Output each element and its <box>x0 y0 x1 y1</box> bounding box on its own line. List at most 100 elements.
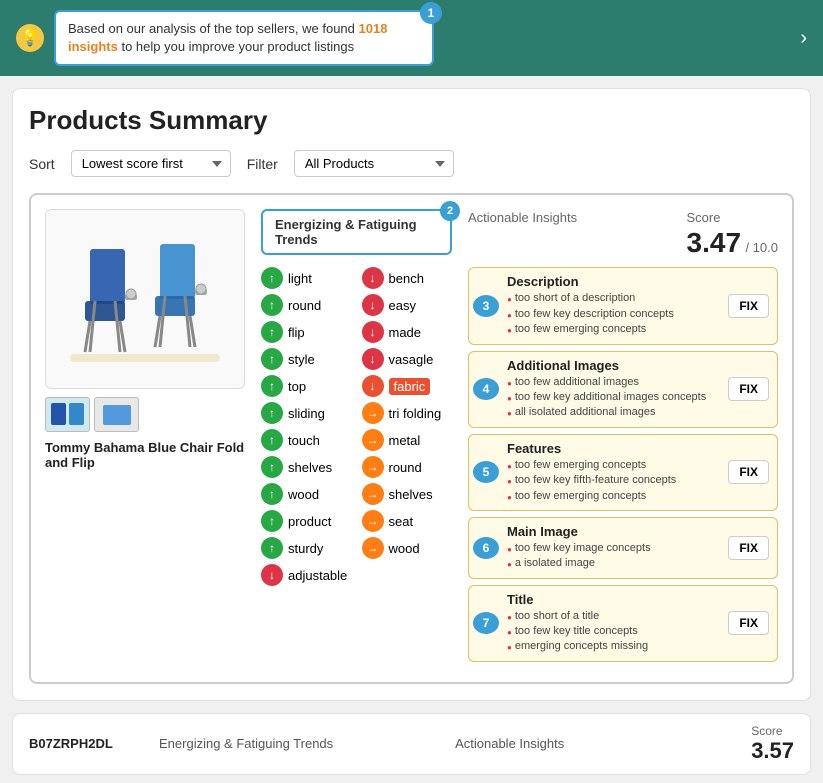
main-content: Products Summary Sort Lowest score first… <box>12 88 811 700</box>
insights-label: Actionable Insights <box>468 210 577 225</box>
insights-rows: 3Descriptiontoo short of a descriptionto… <box>468 267 778 661</box>
trend-item: → shelves <box>362 483 453 505</box>
insight-content: Description too short of a description too… <box>503 268 728 343</box>
bottom-score-value: 3.57 <box>751 738 794 764</box>
trend-label: vasagle <box>389 352 434 367</box>
trend-label: style <box>288 352 315 367</box>
trend-label: flip <box>288 325 305 340</box>
insights-panel: Actionable Insights Score 3.47 / 10.0 3D… <box>468 209 778 667</box>
fix-button[interactable]: FIX <box>728 536 769 560</box>
insight-bullet: all isolated additional images <box>507 405 724 420</box>
banner-message: Based on our analysis of the top sellers… <box>54 10 434 66</box>
bottom-card-id: B07ZRPH2DL <box>29 736 129 751</box>
insight-bullet: a isolated image <box>507 556 724 571</box>
trend-dot: ↑ <box>261 348 283 370</box>
trend-label: shelves <box>389 487 433 502</box>
insight-bullet: too short of a title <box>507 609 724 624</box>
trend-label: product <box>288 514 331 529</box>
trend-dot: ↓ <box>362 267 384 289</box>
sort-label: Sort <box>29 156 55 172</box>
insight-row: 6 Main Image too few key image conceptsa i… <box>468 517 778 579</box>
trend-item: ↑round <box>261 294 352 316</box>
insight-section-name: Additional Images <box>507 358 724 373</box>
trend-item: ↑shelves <box>261 456 352 478</box>
trend-label: easy <box>389 298 416 313</box>
bottom-card-trends: Energizing & Fatiguing Trends <box>159 736 425 751</box>
insight-section-name: Title <box>507 592 724 607</box>
insight-content: Title too short of a titletoo few key tit… <box>503 586 728 661</box>
insight-bullet: too few emerging concepts <box>507 489 724 504</box>
trend-label: wood <box>288 487 319 502</box>
insight-badge: 6 <box>473 537 499 559</box>
trend-label: round <box>389 460 422 475</box>
trend-item: ↑sliding <box>261 402 352 424</box>
trend-dot: ↑ <box>261 537 283 559</box>
trend-item: ↓made <box>362 321 453 343</box>
trend-item: →wood <box>362 537 453 559</box>
product-thumb-2[interactable] <box>94 397 139 432</box>
trend-item: → metal <box>362 429 453 451</box>
sort-select[interactable]: Lowest score first <box>71 150 231 177</box>
insight-row: 5Featurestoo few emerging conceptstoo fe… <box>468 434 778 511</box>
trend-dot: ↑ <box>261 510 283 532</box>
fix-button[interactable]: FIX <box>728 460 769 484</box>
trend-item: ↑light <box>261 267 352 289</box>
trend-dot: → <box>362 483 384 505</box>
fix-button[interactable]: FIX <box>728 611 769 635</box>
insight-section-name: Description <box>507 274 724 289</box>
trend-label: fabric <box>389 378 431 395</box>
product-panel: Tommy Bahama Blue Chair Fold and Flip <box>45 209 245 667</box>
trend-item: ↓ easy <box>362 294 453 316</box>
trend-item: ↓adjustable <box>261 564 352 586</box>
trend-dot: ↑ <box>261 375 283 397</box>
trend-dot: ↓ <box>362 348 384 370</box>
insight-bullet: too few emerging concepts <box>507 322 724 337</box>
insight-bullets: too short of a titletoo few key title co… <box>507 609 724 655</box>
trends-badge: 2 <box>440 201 460 221</box>
insight-bullets: too few emerging conceptstoo few key fif… <box>507 458 724 504</box>
trend-dot: → <box>362 429 384 451</box>
trends-header: Energizing & Fatiguing Trends 2 <box>261 209 452 255</box>
trend-item: ↑touch <box>261 429 352 451</box>
insight-bullets: too few additional imagestoo few key add… <box>507 375 724 421</box>
banner-content: 💡 Based on our analysis of the top selle… <box>16 10 434 66</box>
trend-label: tri folding <box>389 406 442 421</box>
top-banner: 💡 Based on our analysis of the top selle… <box>0 0 823 76</box>
trend-dot: → <box>362 510 384 532</box>
insight-bullet: too few key title concepts <box>507 624 724 639</box>
trend-label: round <box>288 298 321 313</box>
insight-badge: 7 <box>473 612 499 634</box>
fix-button[interactable]: FIX <box>728 294 769 318</box>
trend-label: sturdy <box>288 541 323 556</box>
trend-item: ↑wood <box>261 483 352 505</box>
product-thumb-1[interactable] <box>45 397 90 432</box>
insight-bullet: too few additional images <box>507 375 724 390</box>
insight-bullet: too few key image concepts <box>507 541 724 556</box>
insight-section-name: Main Image <box>507 524 724 539</box>
trend-label: metal <box>389 433 421 448</box>
trend-dot: ↑ <box>261 402 283 424</box>
fix-button[interactable]: FIX <box>728 377 769 401</box>
insight-bullet: too short of a description <box>507 291 724 306</box>
banner-text-prefix: Based on our analysis of the top sellers… <box>68 21 359 36</box>
trend-dot: ↑ <box>261 321 283 343</box>
filter-select[interactable]: All Products <box>294 150 454 177</box>
trends-panel: Energizing & Fatiguing Trends 2 ↑light↓b… <box>261 209 452 667</box>
banner-chevron-icon[interactable]: › <box>800 27 807 50</box>
insight-content: Additional Images too few additional imag… <box>503 352 728 427</box>
trend-dot: ↓ <box>362 294 384 316</box>
trend-label: light <box>288 271 312 286</box>
insight-bullets: too few key image conceptsa isolated ima… <box>507 541 724 572</box>
trend-item: →round <box>362 456 453 478</box>
trend-label: bench <box>389 271 424 286</box>
trend-dot: → <box>362 402 384 424</box>
trend-item: ↑top <box>261 375 352 397</box>
product-image <box>45 209 245 389</box>
insight-bullet: emerging concepts missing <box>507 639 724 654</box>
trend-item: → tri folding <box>362 402 453 424</box>
trend-item: ↓fabric <box>362 375 453 397</box>
trend-dot: ↓ <box>362 321 384 343</box>
insight-content: Main Image too few key image conceptsa is… <box>503 518 728 578</box>
bottom-score-label: Score <box>751 724 794 738</box>
product-svg <box>60 214 230 384</box>
